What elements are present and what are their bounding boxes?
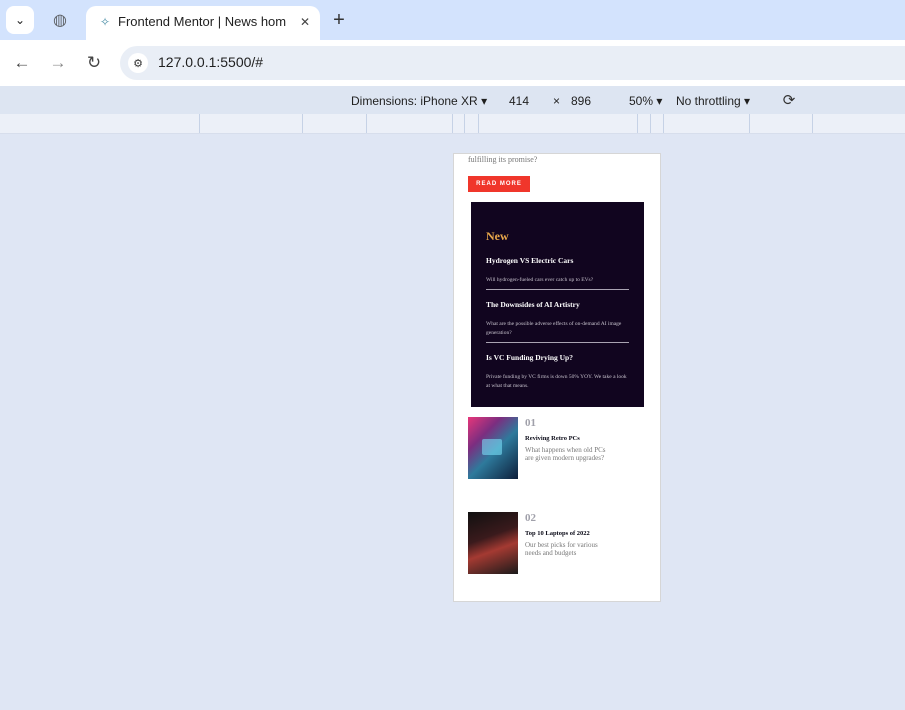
chevron-down-icon: ⌄ [14, 13, 26, 27]
reload-icon[interactable]: ↻ [83, 52, 105, 74]
globe-icon[interactable]: ◍ [50, 10, 70, 30]
new-item[interactable]: Is VC Funding Drying Up? Private funding… [486, 353, 631, 392]
new-item-title[interactable]: Hydrogen VS Electric Cars [486, 256, 631, 265]
tab-search-button[interactable]: ⌄ [6, 6, 34, 34]
story-number: 01 [525, 417, 536, 429]
media-query-ruler[interactable] [0, 114, 905, 134]
zoom-label: 50% [629, 94, 654, 108]
story-number: 02 [525, 512, 536, 524]
tab-strip: ⌄ ◍ ✧ Frontend Mentor | News homepage ✕ … [0, 0, 905, 40]
throttling-label: No throttling [676, 94, 741, 108]
story-desc: What happens when old PCs are given mode… [525, 446, 606, 463]
new-item-desc: Will hydrogen-fueled cars ever catch up … [486, 277, 594, 283]
back-arrow-icon[interactable]: ← [11, 52, 33, 74]
read-more-button[interactable]: READ MORE [468, 176, 530, 192]
address-bar[interactable]: ⚙ 127.0.0.1:5500/# [120, 46, 905, 80]
retro-pc-image [468, 417, 518, 479]
new-item[interactable]: The Downsides of AI Artistry What are th… [486, 300, 631, 339]
new-item[interactable]: Hydrogen VS Electric Cars Will hydrogen-… [486, 256, 631, 285]
width-input[interactable]: 414 [509, 94, 529, 108]
times-sign: × [553, 94, 561, 108]
favicon-icon: ✧ [99, 15, 111, 29]
close-tab-icon[interactable]: ✕ [296, 13, 314, 31]
tab-title: Frontend Mentor | News homepage [118, 14, 286, 29]
active-tab[interactable]: ✧ Frontend Mentor | News homepage ✕ [86, 6, 320, 40]
new-item-desc: What are the possible adverse effects of… [486, 321, 622, 337]
divider [486, 342, 629, 343]
throttling-select[interactable]: No throttling ▾ [676, 94, 750, 108]
story-card[interactable]: 02 Top 10 Laptops of 2022 Our best picks… [468, 512, 648, 576]
dimensions-select[interactable]: Dimensions: iPhone XR ▾ [351, 94, 487, 108]
new-tab-button[interactable]: + [328, 9, 350, 31]
story-card[interactable]: 01 Reviving Retro PCs What happens when … [468, 417, 648, 481]
story-title[interactable]: Reviving Retro PCs [525, 435, 580, 442]
height-input[interactable]: 896 [571, 94, 591, 108]
forward-arrow-icon[interactable]: → [47, 52, 69, 74]
device-toolbar: Dimensions: iPhone XR ▾ 414 × 896 50% ▾ … [0, 86, 905, 114]
dimensions-label: Dimensions: iPhone XR [351, 94, 478, 108]
browser-toolbar: ← → ↻ ⚙ 127.0.0.1:5500/# [0, 40, 905, 86]
divider [486, 289, 629, 290]
new-section: New Hydrogen VS Electric Cars Will hydro… [471, 202, 644, 407]
zoom-select[interactable]: 50% ▾ [629, 94, 662, 108]
story-title[interactable]: Top 10 Laptops of 2022 [525, 530, 590, 537]
new-section-title: New [486, 229, 509, 243]
story-desc: Our best picks for various needs and bud… [525, 541, 598, 558]
new-item-title[interactable]: The Downsides of AI Artistry [486, 300, 631, 309]
tune-icon[interactable]: ⚙ [128, 53, 148, 73]
laptop-keyboard-image [468, 512, 518, 574]
new-item-title[interactable]: Is VC Funding Drying Up? [486, 353, 631, 362]
new-item-desc: Private funding by VC firms is down 50% … [486, 374, 627, 390]
url-text[interactable]: 127.0.0.1:5500/# [158, 54, 263, 70]
device-viewport: fulfilling its promise? READ MORE New Hy… [453, 153, 661, 602]
intro-text: fulfilling its promise? [468, 155, 538, 164]
rotate-icon[interactable]: ⟳ [779, 90, 799, 110]
